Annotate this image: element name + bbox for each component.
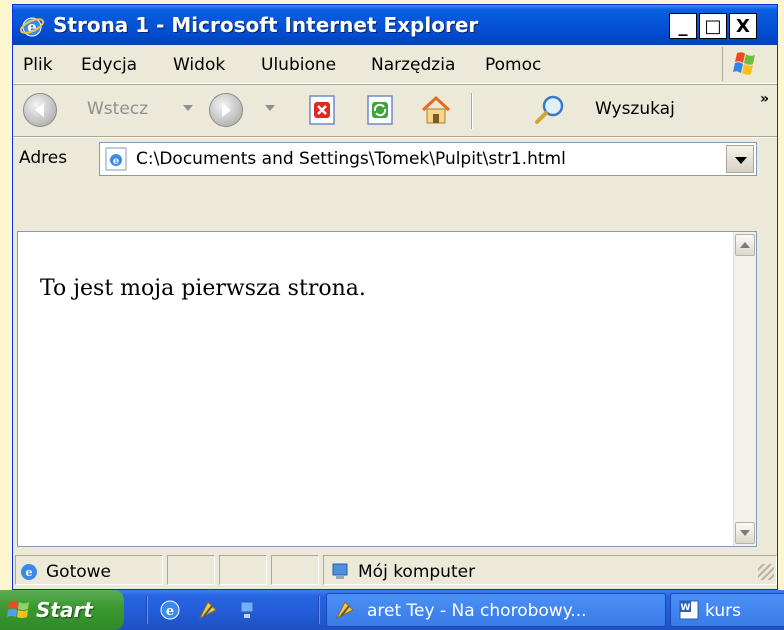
task-button-winamp[interactable]: aret Tey - Na chorobowy... [326,593,666,627]
forward-dropdown-icon[interactable] [265,105,275,111]
menu-ulubione[interactable]: Ulubione [261,55,336,75]
task-label: aret Tey - Na chorobowy... [367,601,587,621]
start-label: Start [36,598,93,622]
ie-icon: e [19,17,45,37]
title-bar[interactable]: e Strona 1 - Microsoft Internet Explorer… [13,5,777,45]
back-dropdown-icon[interactable] [183,105,193,111]
toolbar-more-button[interactable]: » [760,91,769,107]
windows-logo-icon [7,601,29,618]
ie-page-icon: e [21,564,37,580]
home-icon[interactable] [419,93,453,127]
my-computer-icon [332,563,348,579]
back-button[interactable] [23,93,57,127]
status-text: Gotowe [46,562,112,582]
svg-text:e: e [113,156,119,167]
scroll-up-button[interactable] [735,234,755,256]
search-button[interactable]: Wyszukaj [595,99,675,119]
status-cell-empty [219,555,267,585]
refresh-icon[interactable] [363,93,397,127]
address-dropdown-button[interactable] [726,145,754,173]
word-icon: W [679,600,699,620]
svg-text:e: e [166,604,174,619]
maximize-button[interactable]: □ [699,13,727,39]
status-zone: Mój komputer [323,555,777,585]
stop-icon[interactable] [305,93,339,127]
browser-window: e Strona 1 - Microsoft Internet Explorer… [12,4,778,590]
page-content-text: To jest moja pierwsza strona. [40,276,366,301]
forward-icon [222,103,231,117]
address-label: Adres [19,148,68,168]
menu-bar: Plik Edycja Widok Ulubione Narzędzia Pom… [13,45,777,84]
taskbar: Start e aret Tey - Na chorobowy... W kur… [0,590,784,630]
task-label: kurs [705,601,741,621]
search-icon[interactable] [533,93,567,127]
status-cell-empty [167,555,215,585]
address-input[interactable]: C:\Documents and Settings\Tomek\Pulpit\s… [136,149,566,169]
quicklaunch-separator [146,596,148,624]
start-button[interactable]: Start [0,590,124,630]
status-main: e Gotowe [15,555,163,585]
close-button[interactable]: X [729,13,757,39]
status-cell-empty [271,555,319,585]
resize-grip[interactable] [758,564,774,580]
address-field[interactable]: e C:\Documents and Settings\Tomek\Pulpit… [99,142,757,176]
zone-text: Mój komputer [358,562,476,582]
forward-button[interactable] [209,93,243,127]
back-label[interactable]: Wstecz [87,99,148,119]
svg-text:W: W [681,603,691,613]
task-button-word[interactable]: W kurs [670,593,784,627]
quicklaunch-separator [318,596,320,624]
back-icon [35,103,44,117]
winamp-icon [335,601,354,620]
scroll-down-button[interactable] [735,522,755,544]
vertical-scrollbar[interactable] [733,232,756,546]
winamp-quicklaunch-icon[interactable] [196,598,220,622]
menu-edycja[interactable]: Edycja [81,55,137,75]
menu-pomoc[interactable]: Pomoc [485,55,541,75]
status-bar: e Gotowe Mój komputer [13,553,777,589]
windows-logo-icon [722,47,755,81]
menu-widok[interactable]: Widok [173,55,225,75]
toolbar: Wstecz Wyszukaj » Adres e C:\Documents a… [13,84,777,189]
page-viewport[interactable]: To jest moja pierwsza strona. [17,231,757,547]
minimize-button[interactable]: _ [669,13,697,39]
toolbar-divider [471,93,473,129]
menu-narzedzia[interactable]: Narzędzia [371,55,455,75]
menu-plik[interactable]: Plik [23,55,53,75]
ie-quicklaunch-icon[interactable]: e [158,598,182,622]
toolbar-separator [13,136,777,138]
svg-text:e: e [26,566,33,579]
page-icon: e [105,147,127,171]
desktop-quicklaunch-icon[interactable] [236,598,260,622]
window-title: Strona 1 - Microsoft Internet Explorer [53,13,479,37]
